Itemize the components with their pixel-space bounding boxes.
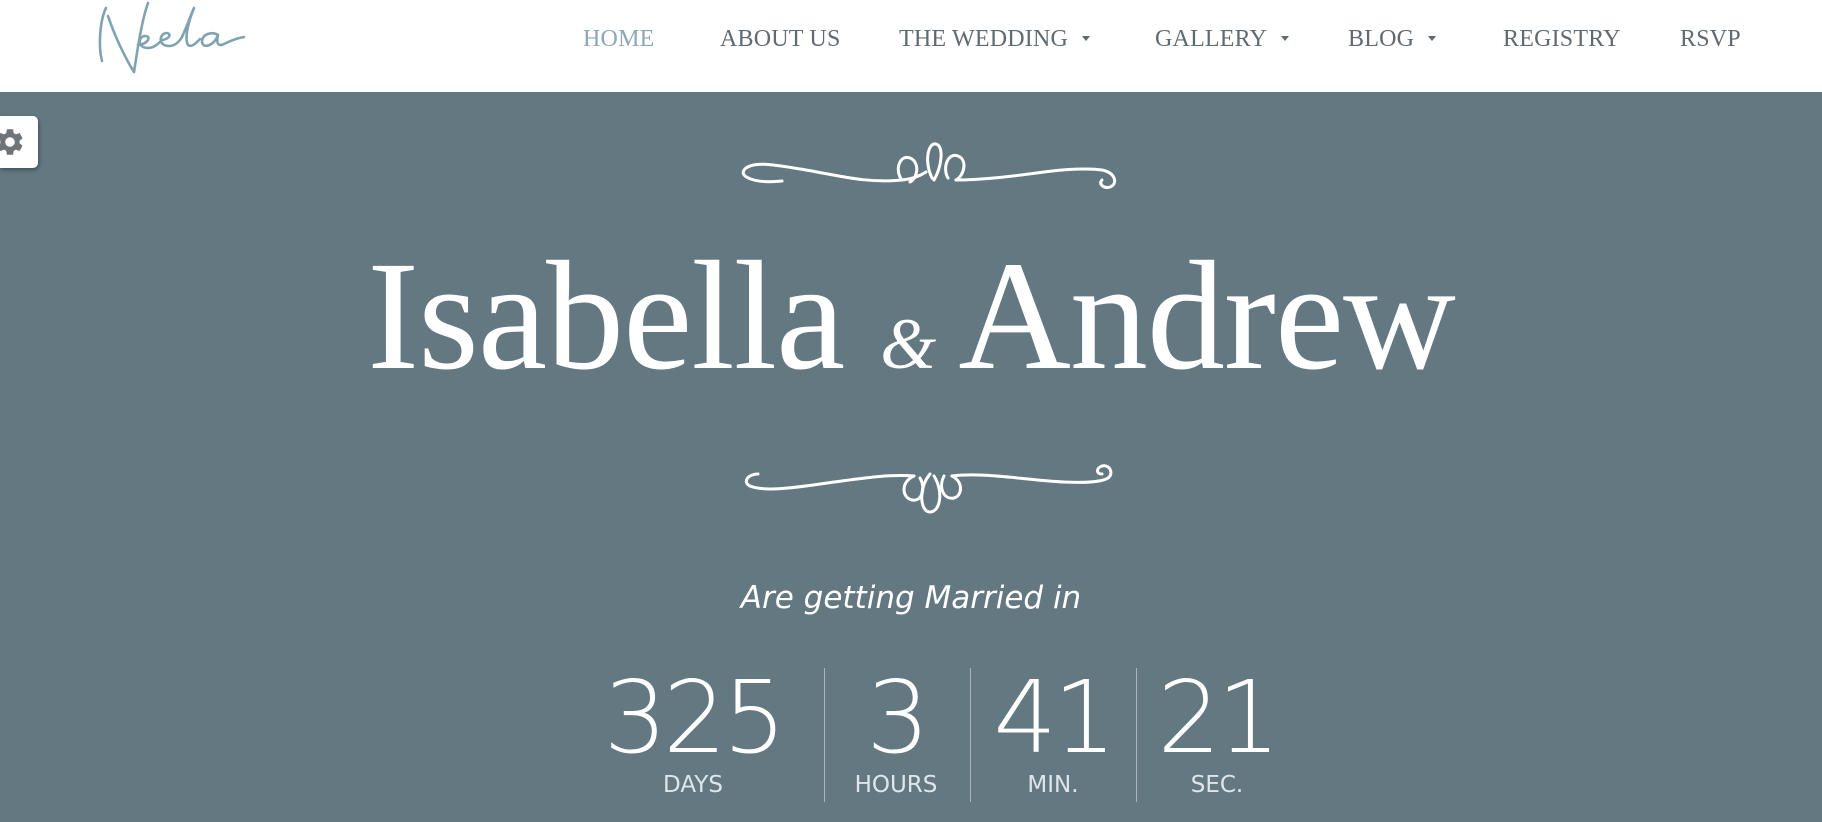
countdown-divider: [1136, 668, 1137, 802]
nav-item-the-wedding[interactable]: THE WEDDING: [899, 22, 1091, 56]
countdown-minutes: 41 MIN.: [988, 659, 1118, 799]
nav-item-label: RSVP: [1680, 26, 1741, 52]
nav-item-label: GALLERY: [1155, 26, 1268, 52]
nav-item-home[interactable]: HOME: [583, 22, 654, 56]
site-header: HOME ABOUT US THE WEDDING GALLERY BLOG R…: [0, 0, 1822, 92]
ampersand: &: [880, 304, 937, 384]
bottom-flourish-ornament: [734, 452, 1126, 514]
countdown-minutes-value: 41: [993, 659, 1116, 776]
nav-item-gallery[interactable]: GALLERY: [1155, 22, 1290, 56]
countdown-hours-label: HOURS: [854, 772, 938, 798]
chevron-down-icon: [1082, 35, 1091, 41]
countdown-days-value: 325: [603, 659, 787, 776]
nav-item-about-us[interactable]: ABOUT US: [720, 22, 841, 56]
nav-item-label: REGISTRY: [1503, 26, 1621, 52]
countdown-timer: 325 DAYS 3 HOURS 41 MIN. 21 SEC.: [0, 668, 1822, 804]
nav-item-label: THE WEDDING: [899, 26, 1069, 52]
countdown-hours: 3 HOURS: [838, 659, 954, 799]
groom-name: Andrew: [958, 229, 1456, 402]
top-flourish-ornament: [734, 132, 1126, 192]
countdown-divider: [970, 668, 971, 802]
countdown-seconds: 21 SEC.: [1152, 659, 1282, 799]
couple-names-heading: Isabella & Andrew: [0, 238, 1822, 394]
countdown-days: 325 DAYS: [585, 659, 801, 799]
nav-item-label: BLOG: [1348, 26, 1415, 52]
nav-item-registry[interactable]: REGISTRY: [1503, 22, 1621, 56]
nav-item-blog[interactable]: BLOG: [1348, 22, 1437, 56]
nav-item-label: ABOUT US: [720, 26, 841, 52]
gear-icon: [0, 129, 23, 155]
chevron-down-icon: [1428, 35, 1437, 41]
hero-tagline: Are getting Married in: [740, 580, 1082, 616]
flourish-icon: [744, 464, 1113, 514]
countdown-divider: [824, 668, 825, 802]
bride-name: Isabella: [367, 229, 845, 402]
settings-toggle-button[interactable]: [0, 116, 38, 168]
flourish-icon: [741, 142, 1117, 189]
countdown-seconds-value: 21: [1157, 659, 1280, 776]
nav-item-rsvp[interactable]: RSVP: [1680, 22, 1741, 56]
nav-item-label: HOME: [583, 26, 655, 52]
main-nav: HOME ABOUT US THE WEDDING GALLERY BLOG R…: [0, 22, 1822, 56]
countdown-hours-value: 3: [866, 659, 930, 776]
chevron-down-icon: [1281, 35, 1290, 41]
